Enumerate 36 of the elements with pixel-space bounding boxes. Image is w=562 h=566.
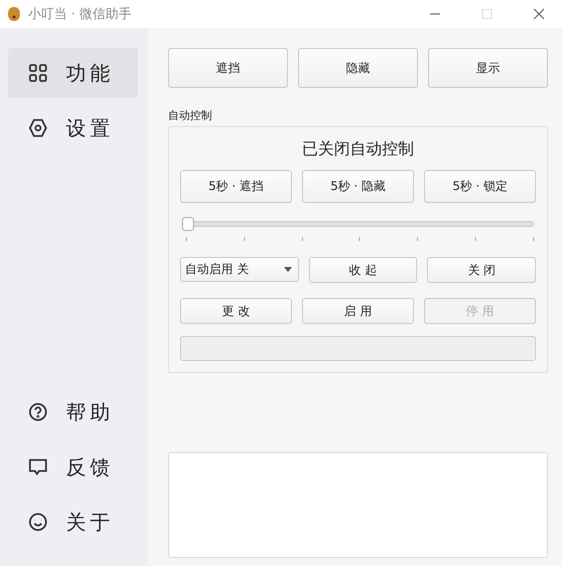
text-area[interactable] [168, 452, 548, 558]
maximize-icon [481, 8, 493, 20]
sidebar-label: 设置 [66, 114, 114, 142]
button[interactable]: 显示 [428, 48, 548, 88]
sidebar-item[interactable]: 功能 [8, 48, 138, 98]
dropdown-value: 自动启用 关 [185, 261, 249, 278]
sidebar-label: 反馈 [66, 454, 114, 480]
sidebar-item[interactable]: 帮助 [8, 387, 138, 437]
button[interactable]: 5秒 · 隐藏 [302, 170, 414, 203]
grid-icon [28, 63, 48, 83]
sidebar-label: 功能 [66, 60, 114, 86]
sidebar-label: 帮助 [66, 398, 114, 426]
button[interactable]: 遮挡 [168, 48, 288, 88]
caret-icon [284, 267, 292, 272]
button[interactable]: 5秒 · 遮挡 [180, 170, 292, 203]
dropdown[interactable]: 自动启用 关 [180, 257, 299, 282]
slider[interactable] [184, 217, 534, 231]
settings-icon [28, 118, 48, 138]
sidebar-label: 关于 [66, 508, 114, 536]
section-label: 自动控制 [168, 108, 213, 123]
sidebar-item[interactable]: 关于 [8, 497, 138, 547]
status-text: 已关闭自动控制 [301, 139, 415, 160]
help-icon [28, 402, 48, 422]
sidebar-item[interactable]: 反馈 [8, 442, 138, 492]
button[interactable]: 更 改 [180, 298, 292, 324]
slider-thumb[interactable] [182, 217, 194, 231]
close-icon [533, 8, 545, 20]
button[interactable]: 关 闭 [427, 257, 536, 283]
button[interactable]: 收 起 [308, 257, 418, 283]
sidebar-item[interactable]: 设置 [8, 103, 138, 153]
smile-icon [28, 512, 48, 532]
chat-icon [28, 457, 48, 477]
button[interactable]: 启 用 [302, 298, 414, 324]
window-title: 小叮当 · 微信助手 [28, 6, 132, 23]
button[interactable]: 5秒 · 锁定 [424, 170, 536, 203]
button[interactable]: 隐藏 [298, 48, 418, 88]
